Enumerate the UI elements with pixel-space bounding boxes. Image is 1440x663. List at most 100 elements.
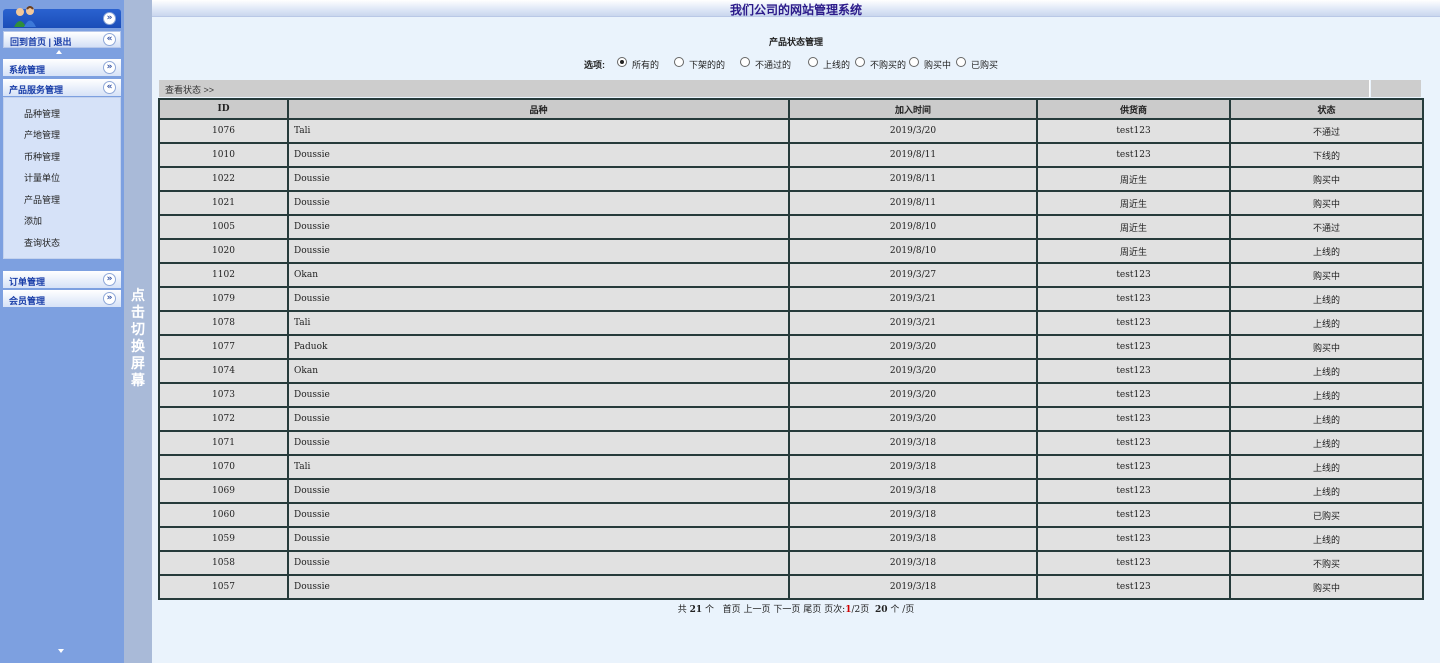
scroll-up-arrow-icon[interactable] xyxy=(56,50,62,54)
table-row[interactable]: 1079 Doussie 2019/3/21 test123 上线的 xyxy=(158,286,1424,312)
table-row[interactable]: 1102 Okan 2019/3/27 test123 购买中 xyxy=(158,262,1424,288)
screen-toggle-strip[interactable]: 点击切换屏幕 xyxy=(124,0,152,663)
submenu-item-query-status[interactable]: 查询状态 xyxy=(24,236,60,249)
cell-supplier: test123 xyxy=(1036,478,1231,504)
sidebar: » 回到首页 | 退出 « 系统管理 » 产品服务管理 « 品种管理 产地管理 … xyxy=(0,0,124,663)
submenu-item-unit[interactable]: 计量单位 xyxy=(24,171,60,184)
column-header-added-time[interactable]: 加入时间 xyxy=(788,98,1038,120)
cell-status: 购买中 xyxy=(1229,574,1424,600)
table-row[interactable]: 1022 Doussie 2019/8/11 周近生 购买中 xyxy=(158,166,1424,192)
home-logout-links[interactable]: 回到首页 | 退出 xyxy=(10,35,72,48)
cell-supplier: 周近生 xyxy=(1036,190,1231,216)
column-header-supplier[interactable]: 供货商 xyxy=(1036,98,1231,120)
cell-supplier: test123 xyxy=(1036,454,1231,480)
cell-supplier: test123 xyxy=(1036,430,1231,456)
radio-unchecked-icon[interactable] xyxy=(808,57,818,67)
table-row[interactable]: 1058 Doussie 2019/3/18 test123 不购买 xyxy=(158,550,1424,576)
table-row[interactable]: 1021 Doussie 2019/8/11 周近生 购买中 xyxy=(158,190,1424,216)
cell-status: 上线的 xyxy=(1229,358,1424,384)
table-header-row: ID 品种 加入时间 供货商 状态 xyxy=(158,98,1424,120)
table-row[interactable]: 1070 Tali 2019/3/18 test123 上线的 xyxy=(158,454,1424,480)
section-members[interactable]: 会员管理 » xyxy=(3,290,121,307)
section-label: 订单管理 xyxy=(9,277,46,287)
cell-variety: Tali xyxy=(287,454,790,480)
cell-supplier: 周近生 xyxy=(1036,214,1231,240)
section-orders[interactable]: 订单管理 » xyxy=(3,271,121,288)
cell-variety: Tali xyxy=(287,118,790,144)
submenu-item-currency[interactable]: 币种管理 xyxy=(24,150,60,163)
section-label: 会员管理 xyxy=(9,296,46,306)
cell-added-time: 2019/3/20 xyxy=(788,334,1038,360)
cell-variety: Okan xyxy=(287,262,790,288)
table-row[interactable]: 1071 Doussie 2019/3/18 test123 上线的 xyxy=(158,430,1424,456)
collapse-sidebar-icon[interactable]: « xyxy=(103,33,116,46)
radio-unchecked-icon[interactable] xyxy=(855,57,865,67)
table-row[interactable]: 1005 Doussie 2019/8/10 周近生 不通过 xyxy=(158,214,1424,240)
expand-chevron-icon[interactable]: » xyxy=(103,61,116,74)
cell-id: 1070 xyxy=(158,454,289,480)
cell-id: 1060 xyxy=(158,502,289,528)
table-row[interactable]: 1078 Tali 2019/3/21 test123 上线的 xyxy=(158,310,1424,336)
table-row[interactable]: 1074 Okan 2019/3/20 test123 上线的 xyxy=(158,358,1424,384)
section-system[interactable]: 系统管理 » xyxy=(3,59,121,76)
cell-variety: Doussie xyxy=(287,286,790,312)
cell-supplier: test123 xyxy=(1036,526,1231,552)
table-row[interactable]: 1077 Paduok 2019/3/20 test123 购买中 xyxy=(158,334,1424,360)
cell-id: 1102 xyxy=(158,262,289,288)
cell-supplier: test123 xyxy=(1036,550,1231,576)
table-row[interactable]: 1060 Doussie 2019/3/18 test123 已购买 xyxy=(158,502,1424,528)
radio-unchecked-icon[interactable] xyxy=(909,57,919,67)
submenu-item-variety[interactable]: 品种管理 xyxy=(24,107,60,120)
submenu-item-products[interactable]: 产品管理 xyxy=(24,193,60,206)
radio-label: 上线的 xyxy=(823,60,851,70)
collapse-all-chevron-icon[interactable]: » xyxy=(103,12,116,25)
column-header-id[interactable]: ID xyxy=(158,98,289,120)
cell-variety: Doussie xyxy=(287,142,790,168)
table-row[interactable]: 1072 Doussie 2019/3/20 test123 上线的 xyxy=(158,406,1424,432)
cell-supplier: test123 xyxy=(1036,406,1231,432)
column-header-status[interactable]: 状态 xyxy=(1229,98,1424,120)
expand-chevron-icon[interactable]: » xyxy=(103,292,116,305)
cell-id: 1069 xyxy=(158,478,289,504)
cell-status: 上线的 xyxy=(1229,238,1424,264)
table-row[interactable]: 1020 Doussie 2019/8/10 周近生 上线的 xyxy=(158,238,1424,264)
table-row[interactable]: 1076 Tali 2019/3/20 test123 不通过 xyxy=(158,118,1424,144)
table-row[interactable]: 1057 Doussie 2019/3/18 test123 购买中 xyxy=(158,574,1424,600)
pager-next-link[interactable]: 下一页 xyxy=(773,605,800,615)
submenu-item-origin[interactable]: 产地管理 xyxy=(24,128,60,141)
top-header: 我们公司的网站管理系统 xyxy=(152,0,1440,17)
radio-unchecked-icon[interactable] xyxy=(740,57,750,67)
toggle-screen-label[interactable]: 点击切换屏幕 xyxy=(130,288,146,390)
collapse-chevron-icon[interactable]: « xyxy=(103,81,116,94)
cell-variety: Doussie xyxy=(287,502,790,528)
radio-unchecked-icon[interactable] xyxy=(674,57,684,67)
pager-prev-link[interactable]: 上一页 xyxy=(744,605,771,615)
pager-first-link[interactable]: 首页 xyxy=(723,605,741,615)
app-title: 我们公司的网站管理系统 xyxy=(729,3,862,17)
cell-status: 已购买 xyxy=(1229,502,1424,528)
submenu-item-add[interactable]: 添加 xyxy=(24,214,42,227)
cell-supplier: test123 xyxy=(1036,142,1231,168)
table-row[interactable]: 1073 Doussie 2019/3/20 test123 上线的 xyxy=(158,382,1424,408)
expand-chevron-icon[interactable]: » xyxy=(103,273,116,286)
column-header-variety[interactable]: 品种 xyxy=(287,98,790,120)
cell-supplier: test123 xyxy=(1036,358,1231,384)
cell-id: 1022 xyxy=(158,166,289,192)
scroll-down-arrow-icon[interactable] xyxy=(58,649,64,653)
table-row[interactable]: 1010 Doussie 2019/8/11 test123 下线的 xyxy=(158,142,1424,168)
users-logo-icon xyxy=(14,6,36,27)
radio-checked-icon[interactable] xyxy=(617,57,627,67)
section-product-service[interactable]: 产品服务管理 « xyxy=(3,79,121,96)
pager-last-link[interactable]: 尾页 xyxy=(803,605,821,615)
cell-id: 1078 xyxy=(158,310,289,336)
radio-unchecked-icon[interactable] xyxy=(956,57,966,67)
cell-status: 不购买 xyxy=(1229,550,1424,576)
table-row[interactable]: 1069 Doussie 2019/3/18 test123 上线的 xyxy=(158,478,1424,504)
cell-status: 购买中 xyxy=(1229,262,1424,288)
cell-added-time: 2019/8/11 xyxy=(788,166,1038,192)
cell-supplier: test123 xyxy=(1036,286,1231,312)
cell-added-time: 2019/3/20 xyxy=(788,406,1038,432)
cell-status: 不通过 xyxy=(1229,118,1424,144)
cell-supplier: test123 xyxy=(1036,334,1231,360)
table-row[interactable]: 1059 Doussie 2019/3/18 test123 上线的 xyxy=(158,526,1424,552)
